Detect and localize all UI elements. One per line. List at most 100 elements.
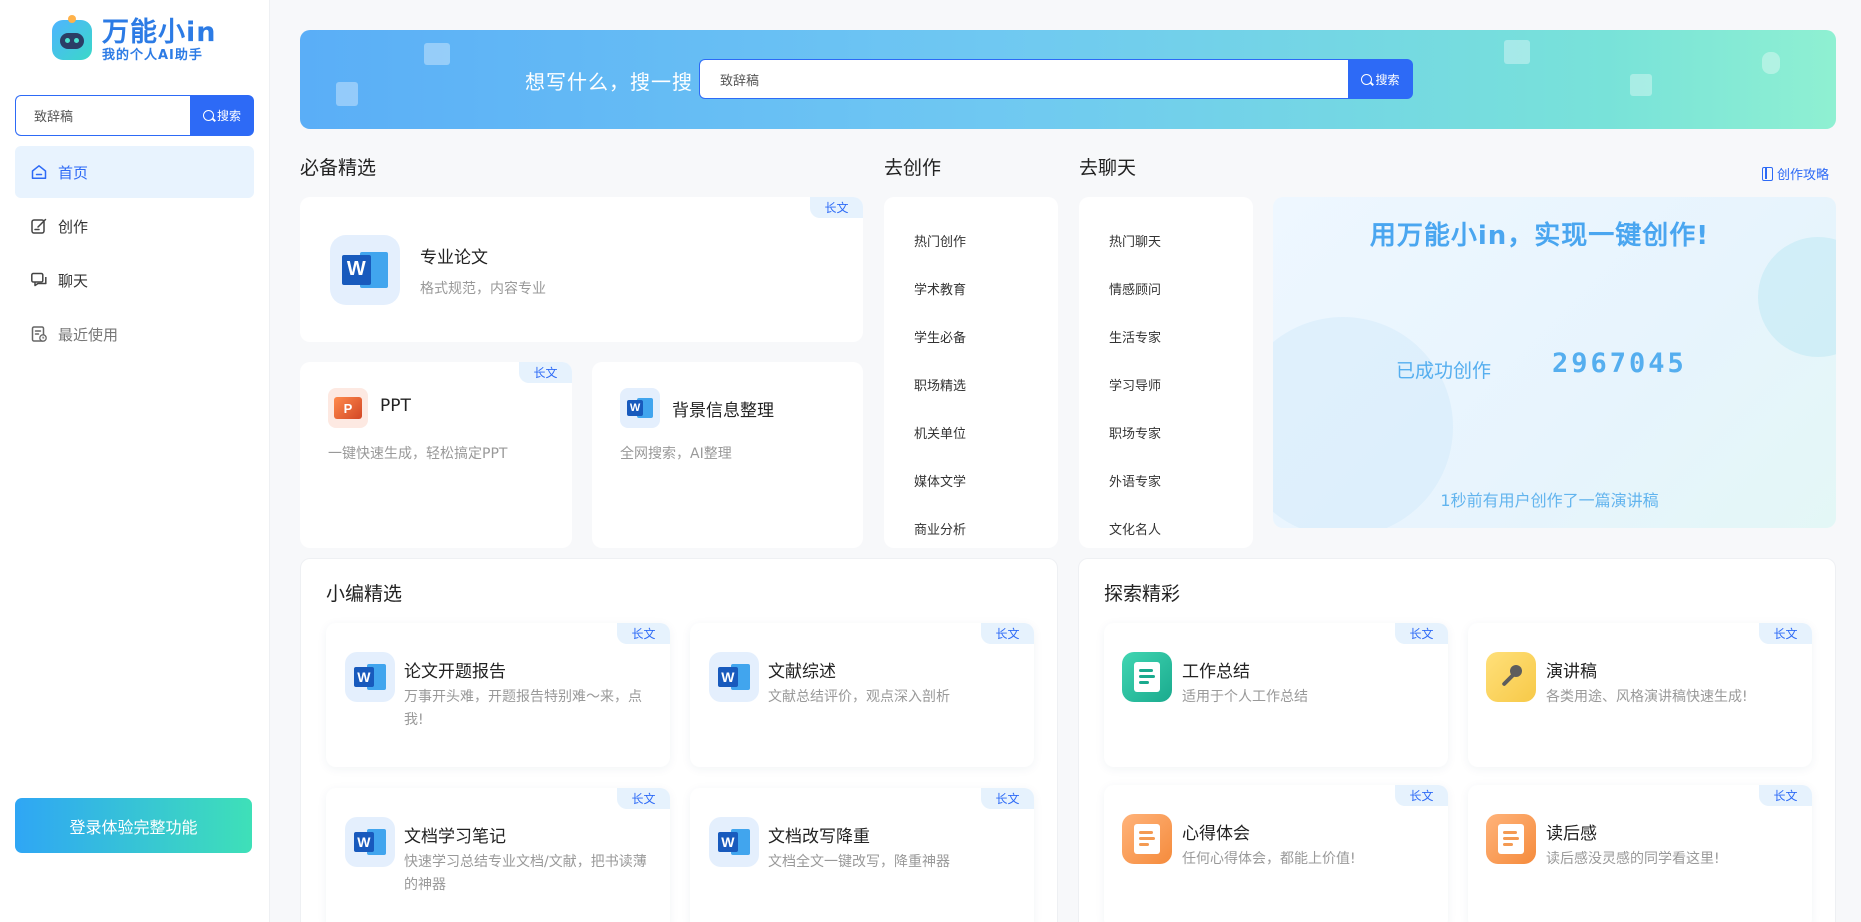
chat-category-item[interactable]: 文化名人	[1079, 504, 1253, 552]
ppt-doc-decor-icon	[1504, 40, 1530, 64]
card-ppt[interactable]: 长文 P PPT 一键快速生成，轻松搞定PPT	[300, 362, 572, 548]
card-desc: 适用于个人工作总结	[1182, 689, 1308, 705]
long-text-tag: 长文	[1395, 623, 1448, 644]
sidebar-search: 搜索	[15, 95, 254, 136]
logo[interactable]: 万能小in 我的个人AI助手	[52, 15, 217, 62]
sidebar-search-input[interactable]	[15, 95, 190, 136]
banner-search-input[interactable]	[699, 59, 1348, 99]
search-icon	[1361, 73, 1373, 85]
notes-decor-icon	[1630, 74, 1652, 96]
ppt-icon: P	[328, 388, 368, 428]
microphone-icon	[1486, 652, 1536, 702]
banner-search-button[interactable]: 搜索	[1348, 59, 1413, 99]
create-category-item[interactable]: 机关单位	[884, 408, 1058, 456]
section-title-editor-picks: 小编精选	[326, 583, 403, 605]
card-desc: 格式规范，内容专业	[420, 281, 546, 297]
sidebar: 万能小in 我的个人AI助手 搜索 首页 创作 聊天	[0, 0, 270, 922]
section-title-chat: 去聊天	[1079, 157, 1137, 179]
long-text-tag: 长文	[1759, 785, 1812, 806]
sidebar-item-create[interactable]: 创作	[15, 200, 254, 252]
sidebar-item-chat[interactable]: 聊天	[15, 254, 254, 306]
search-banner: 想写什么，搜一搜 搜索	[300, 30, 1836, 129]
promo-count: 2967045	[1552, 348, 1687, 379]
card-title: 文档改写降重	[768, 827, 870, 847]
create-category-item[interactable]: 媒体文学	[884, 456, 1058, 504]
notes-icon	[1486, 814, 1536, 864]
chat-category-list: 热门聊天 情感顾问 生活专家 学习导师 职场专家 外语专家 文化名人	[1079, 197, 1253, 548]
section-title-create: 去创作	[884, 157, 942, 179]
card-desc: 读后感没灵感的同学看这里!	[1546, 851, 1720, 867]
card-title: 文档学习笔记	[404, 827, 506, 847]
editor-picks-panel: 小编精选 长文 W 论文开题报告 万事开头难，开题报告特别难～来，点我! 长文 …	[300, 558, 1058, 922]
card-work-summary[interactable]: 长文 工作总结 适用于个人工作总结	[1104, 623, 1448, 767]
long-text-tag: 长文	[981, 788, 1034, 809]
word-doc-icon: W	[345, 652, 395, 702]
word-doc-decor-icon	[424, 43, 450, 65]
card-title: 读后感	[1546, 824, 1597, 844]
card-professional-paper[interactable]: 长文 W 专业论文 格式规范，内容专业	[300, 197, 863, 342]
card-desc: 任何心得体会，都能上价值!	[1182, 851, 1356, 867]
chat-category-item[interactable]: 热门聊天	[1079, 216, 1253, 264]
recent-doc-icon	[30, 325, 48, 343]
card-literature-review[interactable]: 长文 W 文献综述 文献总结评价，观点深入剖析	[690, 623, 1034, 767]
chat-icon	[30, 271, 48, 289]
create-category-item[interactable]: 热门创作	[884, 216, 1058, 264]
banner-search: 搜索	[699, 59, 1413, 99]
card-study-notes[interactable]: 长文 W 文档学习笔记 快速学习总结专业文档/文献，把书读薄的神器	[326, 788, 670, 922]
card-background-info[interactable]: W 背景信息整理 全网搜索，AI整理	[592, 362, 863, 548]
card-desc: 一键快速生成，轻松搞定PPT	[328, 446, 508, 462]
long-text-tag: 长文	[617, 623, 670, 644]
book-icon	[1762, 166, 1773, 181]
card-title: 工作总结	[1182, 662, 1250, 682]
login-button[interactable]: 登录体验完整功能	[15, 798, 252, 853]
create-category-item[interactable]: 学术教育	[884, 264, 1058, 312]
card-book-review[interactable]: 长文 读后感 读后感没灵感的同学看这里!	[1468, 785, 1812, 922]
pen-decor-icon	[1762, 52, 1780, 74]
card-proposal-report[interactable]: 长文 W 论文开题报告 万事开头难，开题报告特别难～来，点我!	[326, 623, 670, 767]
notes-icon	[1122, 814, 1172, 864]
sidebar-item-home[interactable]: 首页	[15, 146, 254, 198]
long-text-tag: 长文	[981, 623, 1034, 644]
card-desc: 全网搜索，AI整理	[620, 446, 732, 462]
card-desc: 文档全文一键改写，降重神器	[768, 854, 950, 870]
word-doc-icon: W	[345, 817, 395, 867]
chat-category-item[interactable]: 外语专家	[1079, 456, 1253, 504]
card-title: 心得体会	[1182, 824, 1250, 844]
chat-category-item[interactable]: 生活专家	[1079, 312, 1253, 360]
promo-footer: 1秒前有用户创作了一篇演讲稿	[1440, 491, 1659, 510]
word-doc-icon: W	[709, 817, 759, 867]
create-category-item[interactable]: 商业分析	[884, 504, 1058, 552]
work-summary-icon	[1122, 652, 1172, 702]
sidebar-item-label: 创作	[58, 217, 89, 236]
sidebar-item-label: 最近使用	[58, 325, 119, 344]
creation-guide-link[interactable]: 创作攻略	[1762, 164, 1829, 183]
chat-category-item[interactable]: 学习导师	[1079, 360, 1253, 408]
long-text-tag: 长文	[519, 362, 572, 383]
long-text-tag: 长文	[617, 788, 670, 809]
explore-panel: 探索精彩 长文 工作总结 适用于个人工作总结 长文 演讲稿 各类用途、风格演讲稿…	[1078, 558, 1836, 922]
create-category-item[interactable]: 学生必备	[884, 312, 1058, 360]
promo-count-label: 已成功创作	[1396, 360, 1492, 382]
sidebar-item-label: 首页	[58, 163, 89, 182]
card-reflections[interactable]: 长文 心得体会 任何心得体会，都能上价值!	[1104, 785, 1448, 922]
card-title: 文献综述	[768, 662, 836, 682]
banner-search-button-label: 搜索	[1375, 72, 1400, 87]
chat-category-item[interactable]: 情感顾问	[1079, 264, 1253, 312]
edit-doc-decor-icon	[336, 82, 358, 106]
sidebar-search-button[interactable]: 搜索	[190, 95, 254, 136]
card-title: PPT	[380, 396, 411, 416]
home-icon	[30, 163, 48, 181]
card-rewrite[interactable]: 长文 W 文档改写降重 文档全文一键改写，降重神器	[690, 788, 1034, 922]
section-title-explore: 探索精彩	[1104, 583, 1181, 605]
sidebar-nav: 首页 创作 聊天 最近使用	[15, 146, 254, 362]
long-text-tag: 长文	[1395, 785, 1448, 806]
logo-title: 万能小in	[102, 16, 217, 48]
create-category-item[interactable]: 职场精选	[884, 360, 1058, 408]
word-doc-icon: W	[709, 652, 759, 702]
promo-panel: 用万能小in，实现一键创作! 已成功创作 2967045 1秒前有用户创作了一篇…	[1273, 197, 1836, 528]
card-speech[interactable]: 长文 演讲稿 各类用途、风格演讲稿快速生成!	[1468, 623, 1812, 767]
sidebar-item-recent[interactable]: 最近使用	[15, 308, 254, 360]
chat-category-item[interactable]: 职场专家	[1079, 408, 1253, 456]
promo-title: 用万能小in，实现一键创作!	[1369, 221, 1710, 251]
card-title: 论文开题报告	[404, 662, 506, 682]
